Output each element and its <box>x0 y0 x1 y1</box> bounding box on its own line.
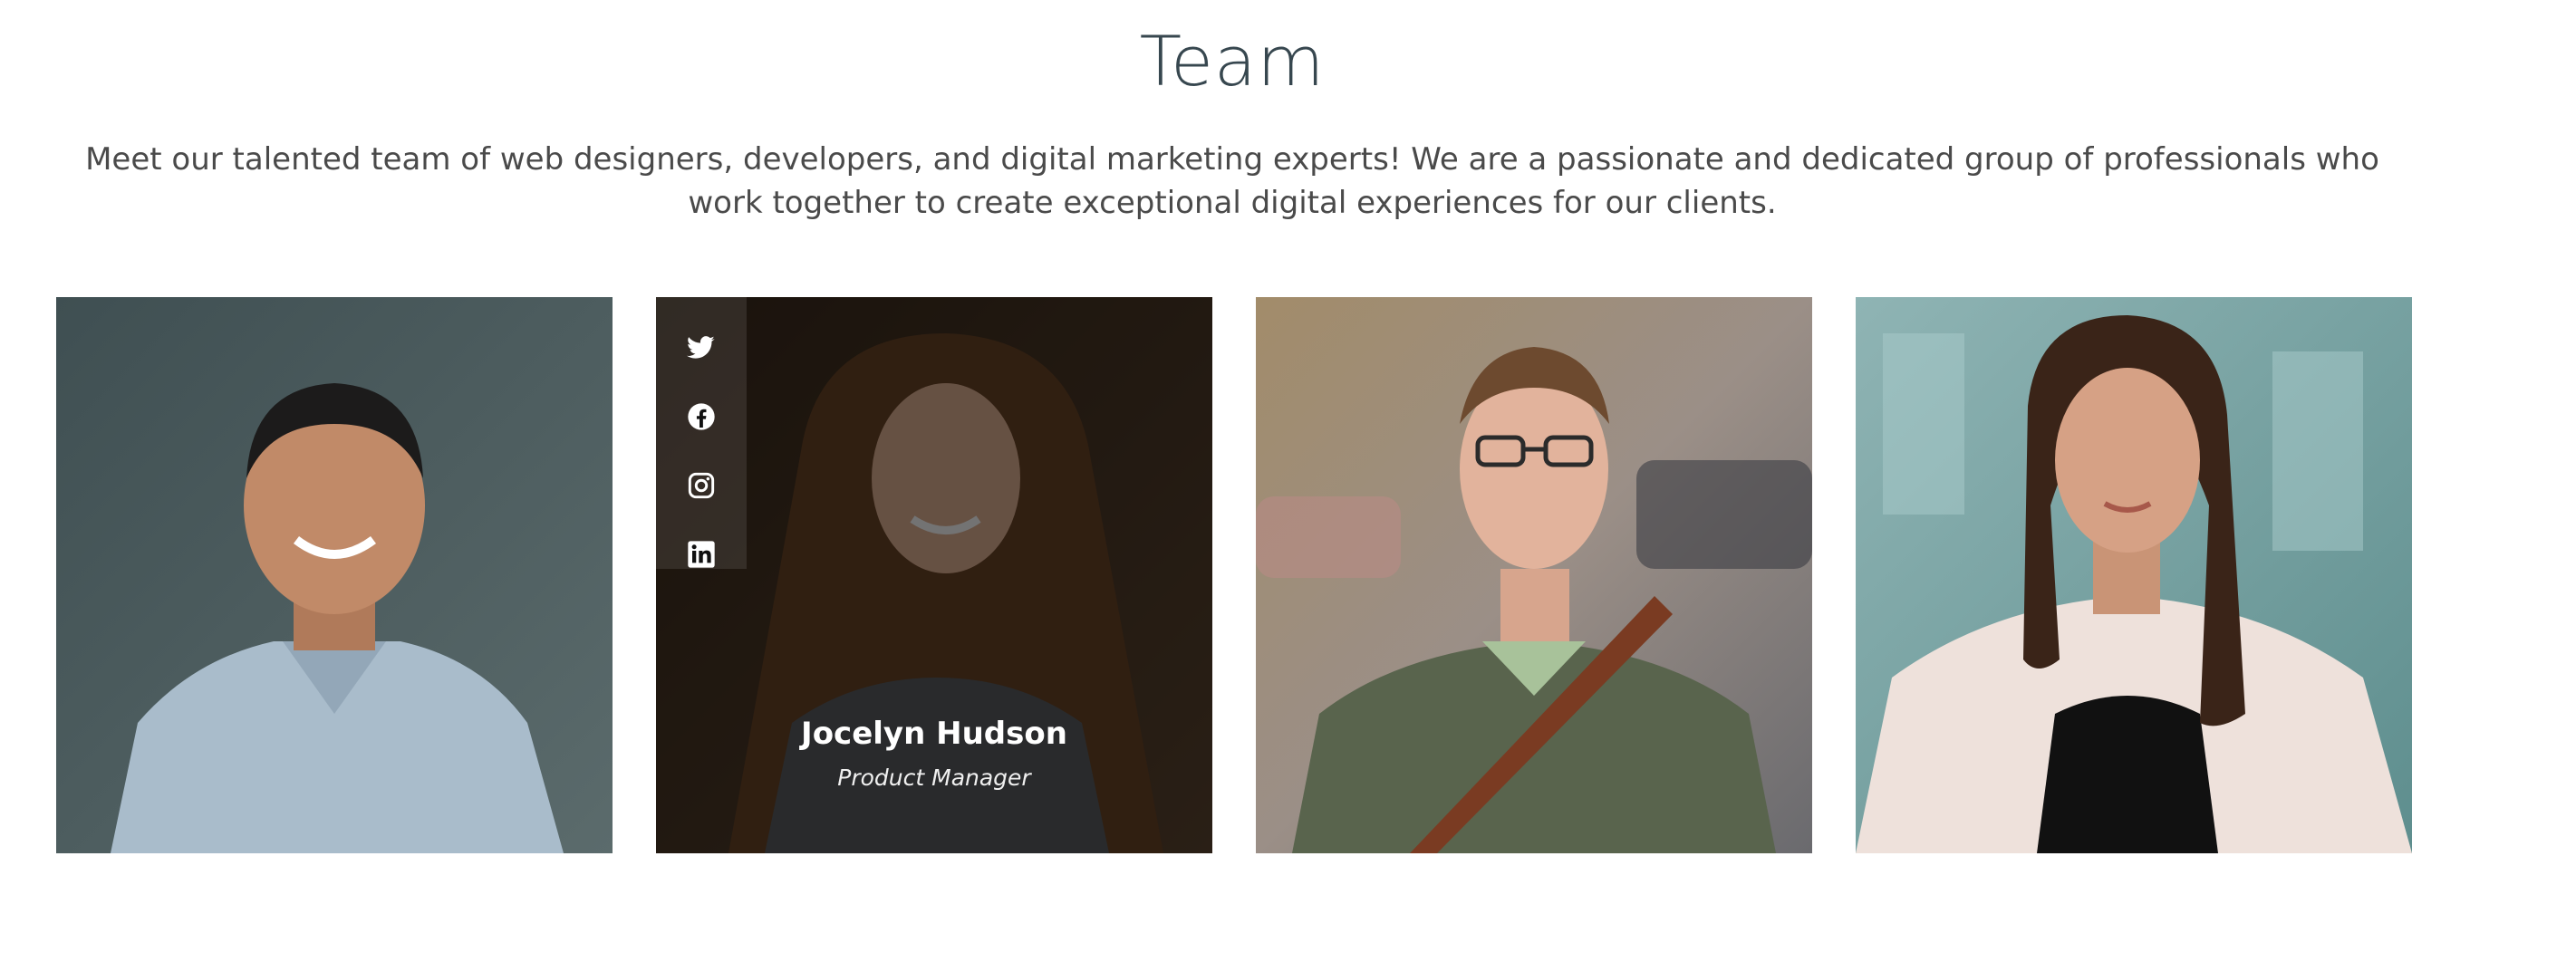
member-photo <box>1856 297 2412 853</box>
member-photo <box>56 297 613 853</box>
team-section: Team Meet our talented team of web desig… <box>0 0 2576 962</box>
team-card[interactable] <box>1856 297 2412 853</box>
member-name: Jocelyn Hudson <box>801 716 1067 752</box>
member-photo <box>1256 297 1812 853</box>
facebook-icon[interactable] <box>683 402 719 431</box>
team-cards: Jocelyn Hudson Product Manager <box>56 297 2412 853</box>
team-card[interactable] <box>1256 297 1812 853</box>
team-card[interactable] <box>56 297 613 853</box>
team-card[interactable]: Jocelyn Hudson Product Manager <box>656 297 1212 853</box>
section-intro: Meet our talented team of web designers,… <box>85 141 2379 221</box>
social-bar <box>656 297 747 569</box>
instagram-icon[interactable] <box>683 471 719 500</box>
section-title: Team <box>1139 21 1326 101</box>
twitter-icon[interactable] <box>683 333 719 362</box>
member-role: Product Manager <box>837 765 1031 791</box>
linkedin-icon[interactable] <box>683 540 719 569</box>
